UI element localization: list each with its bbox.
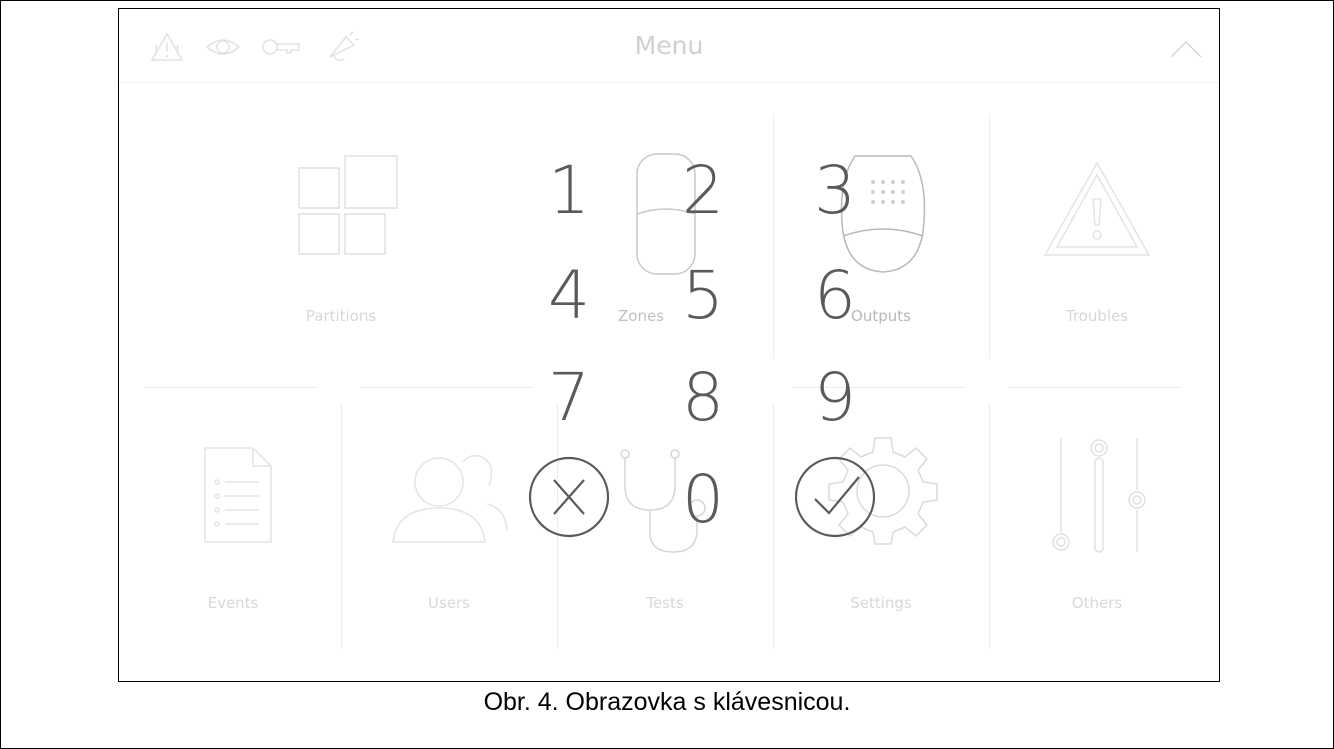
cancel-x-icon[interactable] (527, 455, 611, 539)
key-0[interactable]: 0 (653, 455, 753, 545)
key-3[interactable]: 3 (785, 146, 885, 236)
key-4[interactable]: 4 (519, 251, 619, 341)
key-9[interactable]: 9 (785, 353, 885, 443)
tile-label: Users (427, 594, 470, 612)
tile-label: Tests (646, 594, 684, 612)
top-bar: Menu (119, 9, 1219, 83)
key-6[interactable]: 6 (785, 251, 885, 341)
figure-caption: Obr. 4. Obrazovka s klávesnicou. (483, 688, 851, 716)
key-2[interactable]: 2 (653, 146, 753, 236)
tile-troubles[interactable]: Troubles (989, 104, 1205, 344)
keypad-screen: Menu Partitions Zones Outputs Troubles E… (118, 8, 1220, 682)
tile-label: Others (1071, 594, 1123, 612)
tile-label: Troubles (1065, 307, 1129, 325)
key-8[interactable]: 8 (653, 353, 753, 443)
key-5[interactable]: 5 (653, 251, 753, 341)
chevron-up-icon[interactable] (1169, 39, 1203, 59)
tile-label: Events (207, 594, 259, 612)
page-title: Menu (634, 31, 704, 60)
tile-partitions[interactable]: Partitions (233, 104, 449, 344)
event-list-icon (204, 447, 272, 543)
grid-divider (1009, 387, 1181, 388)
tile-others[interactable]: Others (989, 394, 1205, 644)
partitions-icon (298, 155, 398, 255)
grid-divider (145, 387, 317, 388)
confirm-check-icon[interactable] (793, 455, 877, 539)
tile-label: Partitions (305, 307, 377, 325)
key-1[interactable]: 1 (519, 146, 619, 236)
warning-triangle-icon (1043, 161, 1151, 256)
grid-divider (361, 387, 533, 388)
tile-events[interactable]: Events (125, 394, 341, 644)
users-icon (392, 454, 508, 543)
sliders-icon (1052, 438, 1146, 553)
key-7[interactable]: 7 (519, 353, 619, 443)
tile-label: Settings (850, 594, 912, 612)
